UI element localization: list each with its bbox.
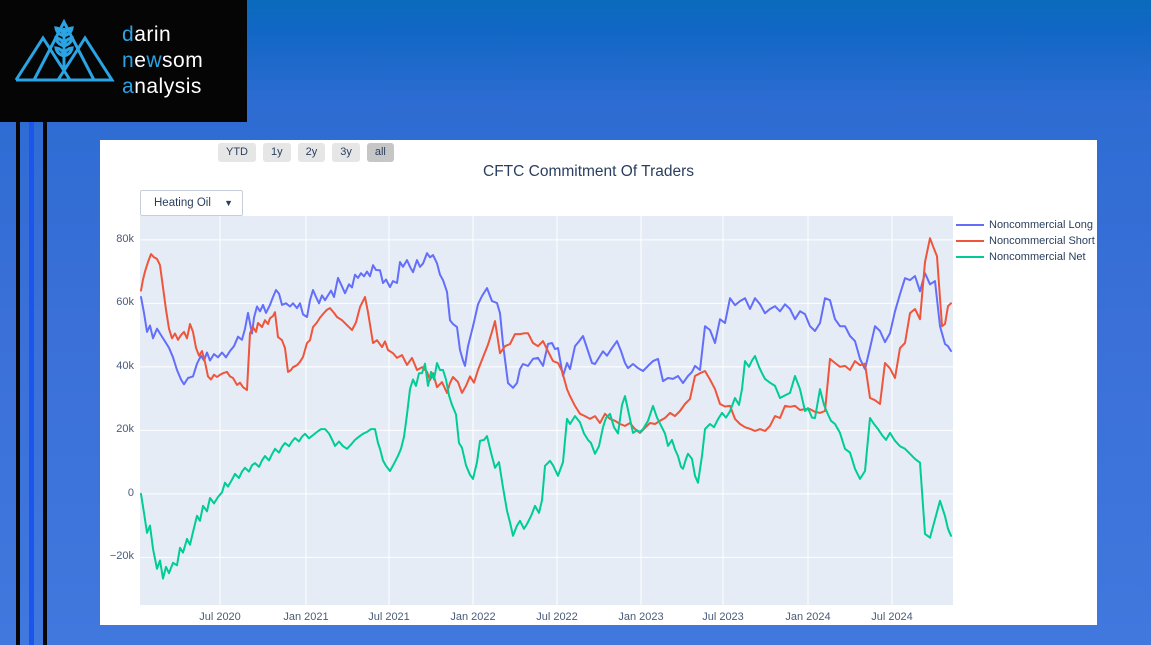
range-selector: YTD 1y 2y 3y all bbox=[218, 143, 394, 162]
legend-item-noncommercial-net[interactable]: Noncommercial Net bbox=[956, 249, 1095, 265]
x-tick-label: Jan 2022 bbox=[438, 611, 508, 623]
legend-item-noncommercial-long[interactable]: Noncommercial Long bbox=[956, 217, 1095, 233]
legend-swatch bbox=[956, 224, 984, 226]
chevron-down-icon: ▼ bbox=[224, 198, 233, 208]
decor-stripe-black-1 bbox=[16, 122, 20, 645]
series-line-noncommercial-short bbox=[141, 238, 951, 433]
range-button-all[interactable]: all bbox=[367, 143, 394, 162]
y-tick-label: 0 bbox=[102, 487, 134, 499]
commodity-dropdown[interactable]: Heating Oil ▼ bbox=[140, 190, 243, 216]
series-line-noncommercial-net bbox=[141, 356, 951, 579]
x-tick-label: Jul 2020 bbox=[185, 611, 255, 623]
range-button-2y[interactable]: 2y bbox=[298, 143, 326, 162]
y-tick-label: 40k bbox=[102, 360, 134, 372]
page-background: darinnewsomanalysis YTD 1y 2y 3y all CFTC Co… bbox=[0, 0, 1151, 645]
y-tick-label: 80k bbox=[102, 233, 134, 245]
legend: Noncommercial Long Noncommercial Short Non… bbox=[956, 217, 1095, 265]
range-button-1y[interactable]: 1y bbox=[263, 143, 291, 162]
mountains-wheat-icon bbox=[12, 16, 116, 84]
x-tick-label: Jan 2021 bbox=[271, 611, 341, 623]
range-button-ytd[interactable]: YTD bbox=[218, 143, 256, 162]
range-button-3y[interactable]: 3y bbox=[332, 143, 360, 162]
chart-title: CFTC Commitment Of Traders bbox=[100, 163, 1077, 181]
x-tick-label: Jan 2024 bbox=[773, 611, 843, 623]
legend-item-noncommercial-short[interactable]: Noncommercial Short bbox=[956, 233, 1095, 249]
plot-area[interactable] bbox=[140, 216, 953, 605]
x-tick-label: Jul 2022 bbox=[522, 611, 592, 623]
legend-label: Noncommercial Net bbox=[989, 251, 1086, 263]
y-tick-label: 60k bbox=[102, 296, 134, 308]
legend-label: Noncommercial Long bbox=[989, 219, 1093, 231]
legend-swatch bbox=[956, 240, 984, 242]
y-tick-label: −20k bbox=[102, 550, 134, 562]
dropdown-value: Heating Oil bbox=[141, 197, 211, 209]
logo-text: darinnewsomanalysis bbox=[122, 22, 203, 100]
y-tick-label: 20k bbox=[102, 423, 134, 435]
legend-swatch bbox=[956, 256, 984, 258]
chart-card: YTD1y2y3yall CFTC Commitment Of Traders … bbox=[100, 140, 1097, 625]
logo: darinnewsomanalysis bbox=[0, 0, 247, 122]
x-tick-label: Jul 2021 bbox=[354, 611, 424, 623]
decor-stripe-black-2 bbox=[43, 122, 47, 645]
decor-stripe-blue bbox=[29, 122, 34, 645]
x-tick-label: Jul 2023 bbox=[688, 611, 758, 623]
legend-label: Noncommercial Short bbox=[989, 235, 1095, 247]
x-tick-label: Jan 2023 bbox=[606, 611, 676, 623]
x-tick-label: Jul 2024 bbox=[857, 611, 927, 623]
